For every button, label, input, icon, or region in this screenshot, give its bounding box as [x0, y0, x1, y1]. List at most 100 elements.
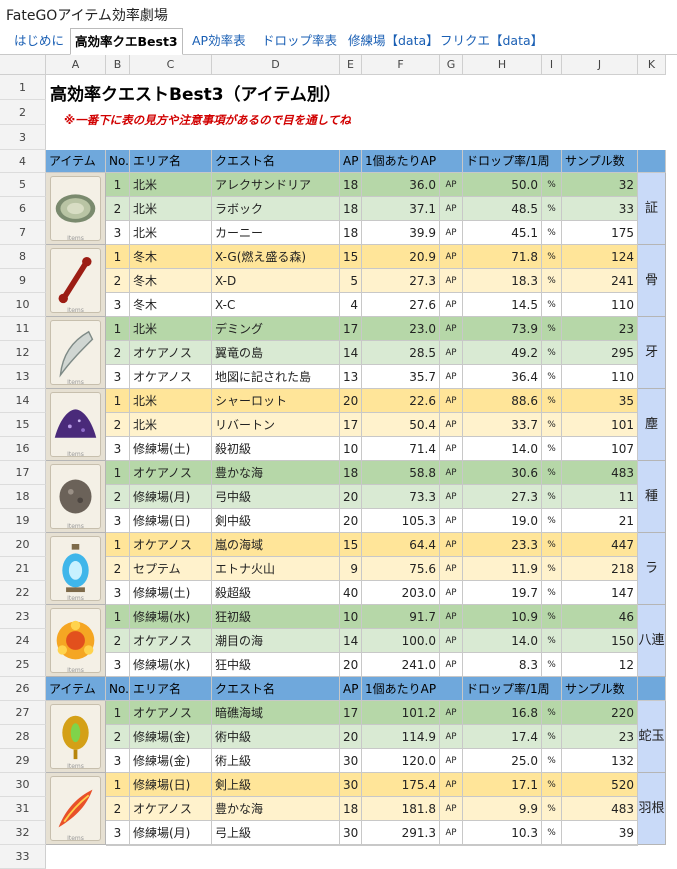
percent-unit: %: [542, 221, 562, 245]
row-header-2[interactable]: 2: [0, 100, 46, 125]
rank-cell: 1: [106, 605, 130, 629]
row-header-15[interactable]: 15: [0, 413, 46, 437]
row-header-14[interactable]: 14: [0, 389, 46, 413]
ap-unit: AP: [440, 461, 463, 485]
row-header-6[interactable]: 6: [0, 197, 46, 221]
area-cell: 北米: [130, 173, 212, 197]
row-header-25[interactable]: 25: [0, 653, 46, 677]
item-caption: Items: [67, 667, 84, 674]
row-header-26[interactable]: 26: [0, 677, 46, 701]
quest-cell[interactable]: 豊かな海: [212, 797, 340, 821]
column-header-E[interactable]: E: [340, 55, 362, 75]
ap-cell: 18: [340, 797, 362, 821]
column-header-G[interactable]: G: [440, 55, 463, 75]
quest-cell[interactable]: 豊かな海: [212, 461, 340, 485]
drop-rate-cell: 71.8: [463, 245, 542, 269]
ap-cell: 18: [340, 461, 362, 485]
tab-intro[interactable]: はじめに: [10, 30, 68, 52]
item-label: 蛇玉: [638, 701, 666, 773]
quest-cell[interactable]: X-D: [212, 269, 340, 293]
quest-cell[interactable]: X-G(燃え盛る森): [212, 245, 340, 269]
quest-cell[interactable]: シャーロット: [212, 389, 340, 413]
row-header-30[interactable]: 30: [0, 773, 46, 797]
row-header-12[interactable]: 12: [0, 341, 46, 365]
quest-cell[interactable]: 殺初級: [212, 437, 340, 461]
quest-cell[interactable]: 狂中級: [212, 653, 340, 677]
column-header-F[interactable]: F: [362, 55, 440, 75]
row-header-27[interactable]: 27: [0, 701, 46, 725]
row-header-28[interactable]: 28: [0, 725, 46, 749]
tab-free-quest-data[interactable]: フリクエ【data】: [436, 30, 547, 52]
quest-cell[interactable]: エトナ火山: [212, 557, 340, 581]
row-header-3[interactable]: 3: [0, 125, 46, 150]
tab-ap-efficiency[interactable]: AP効率表: [188, 30, 250, 52]
quest-cell[interactable]: カーニー: [212, 221, 340, 245]
row-header-18[interactable]: 18: [0, 485, 46, 509]
percent-unit: %: [542, 173, 562, 197]
sample-count-cell: 11: [562, 485, 638, 509]
row-header-31[interactable]: 31: [0, 797, 46, 821]
column-header-H[interactable]: H: [463, 55, 542, 75]
quest-cell[interactable]: 潮目の海: [212, 629, 340, 653]
column-header-D[interactable]: D: [212, 55, 340, 75]
rank-cell: 2: [106, 797, 130, 821]
spreadsheet-grid[interactable]: A B C D E F G H I J K 1 2 3 4 5 6 7 8 9 10 11 12 13 14 15 16 17 18 19…: [0, 55, 677, 869]
quest-cell[interactable]: 術上級: [212, 749, 340, 773]
row-header-21[interactable]: 21: [0, 557, 46, 581]
tab-training-data[interactable]: 修練場【data】: [344, 30, 443, 52]
area-cell: 北米: [130, 413, 212, 437]
quest-cell[interactable]: アレクサンドリア: [212, 173, 340, 197]
ap-per-item-cell: 58.8: [362, 461, 440, 485]
row-header-24[interactable]: 24: [0, 629, 46, 653]
row-header-32[interactable]: 32: [0, 821, 46, 845]
area-cell: 修練場(水): [130, 605, 212, 629]
quest-cell[interactable]: 殺超級: [212, 581, 340, 605]
column-header-A[interactable]: A: [46, 55, 106, 75]
column-header-K[interactable]: K: [638, 55, 666, 75]
quest-cell[interactable]: ラボック: [212, 197, 340, 221]
column-header-J[interactable]: J: [562, 55, 638, 75]
row-header-1[interactable]: 1: [0, 75, 46, 100]
row-header-8[interactable]: 8: [0, 245, 46, 269]
quest-cell[interactable]: 地図に記された島: [212, 365, 340, 389]
column-header-I[interactable]: I: [542, 55, 562, 75]
rank-cell: 1: [106, 701, 130, 725]
quest-cell[interactable]: リバートン: [212, 413, 340, 437]
quest-cell[interactable]: 狂初級: [212, 605, 340, 629]
tab-best3[interactable]: 高効率クエBest3: [70, 28, 183, 55]
column-header-C[interactable]: C: [130, 55, 212, 75]
quest-cell[interactable]: 弓上級: [212, 821, 340, 845]
row-header-9[interactable]: 9: [0, 269, 46, 293]
ap-unit: AP: [440, 269, 463, 293]
quest-cell[interactable]: X-C: [212, 293, 340, 317]
row-header-19[interactable]: 19: [0, 509, 46, 533]
quest-cell[interactable]: 弓中級: [212, 485, 340, 509]
row-header-5[interactable]: 5: [0, 173, 46, 197]
row-header-4[interactable]: 4: [0, 150, 46, 173]
row-header-23[interactable]: 23: [0, 605, 46, 629]
quest-cell[interactable]: 嵐の海域: [212, 533, 340, 557]
row-header-22[interactable]: 22: [0, 581, 46, 605]
row-header-33[interactable]: 33: [0, 845, 46, 869]
select-all-corner[interactable]: [0, 55, 46, 75]
row-header-16[interactable]: 16: [0, 437, 46, 461]
ap-per-item-cell: 175.4: [362, 773, 440, 797]
row-header-17[interactable]: 17: [0, 461, 46, 485]
quest-cell[interactable]: 術中級: [212, 725, 340, 749]
header-label: [638, 677, 666, 701]
ap-unit: AP: [440, 197, 463, 221]
column-header-B[interactable]: B: [106, 55, 130, 75]
percent-unit: %: [542, 557, 562, 581]
quest-cell[interactable]: 翼竜の島: [212, 341, 340, 365]
row-header-10[interactable]: 10: [0, 293, 46, 317]
row-header-13[interactable]: 13: [0, 365, 46, 389]
row-header-29[interactable]: 29: [0, 749, 46, 773]
row-header-20[interactable]: 20: [0, 533, 46, 557]
quest-cell[interactable]: 剣中級: [212, 509, 340, 533]
quest-cell[interactable]: デミング: [212, 317, 340, 341]
quest-cell[interactable]: 剣上級: [212, 773, 340, 797]
row-header-11[interactable]: 11: [0, 317, 46, 341]
row-header-7[interactable]: 7: [0, 221, 46, 245]
tab-drop-rate[interactable]: ドロップ率表: [258, 30, 341, 52]
quest-cell[interactable]: 暗礁海域: [212, 701, 340, 725]
